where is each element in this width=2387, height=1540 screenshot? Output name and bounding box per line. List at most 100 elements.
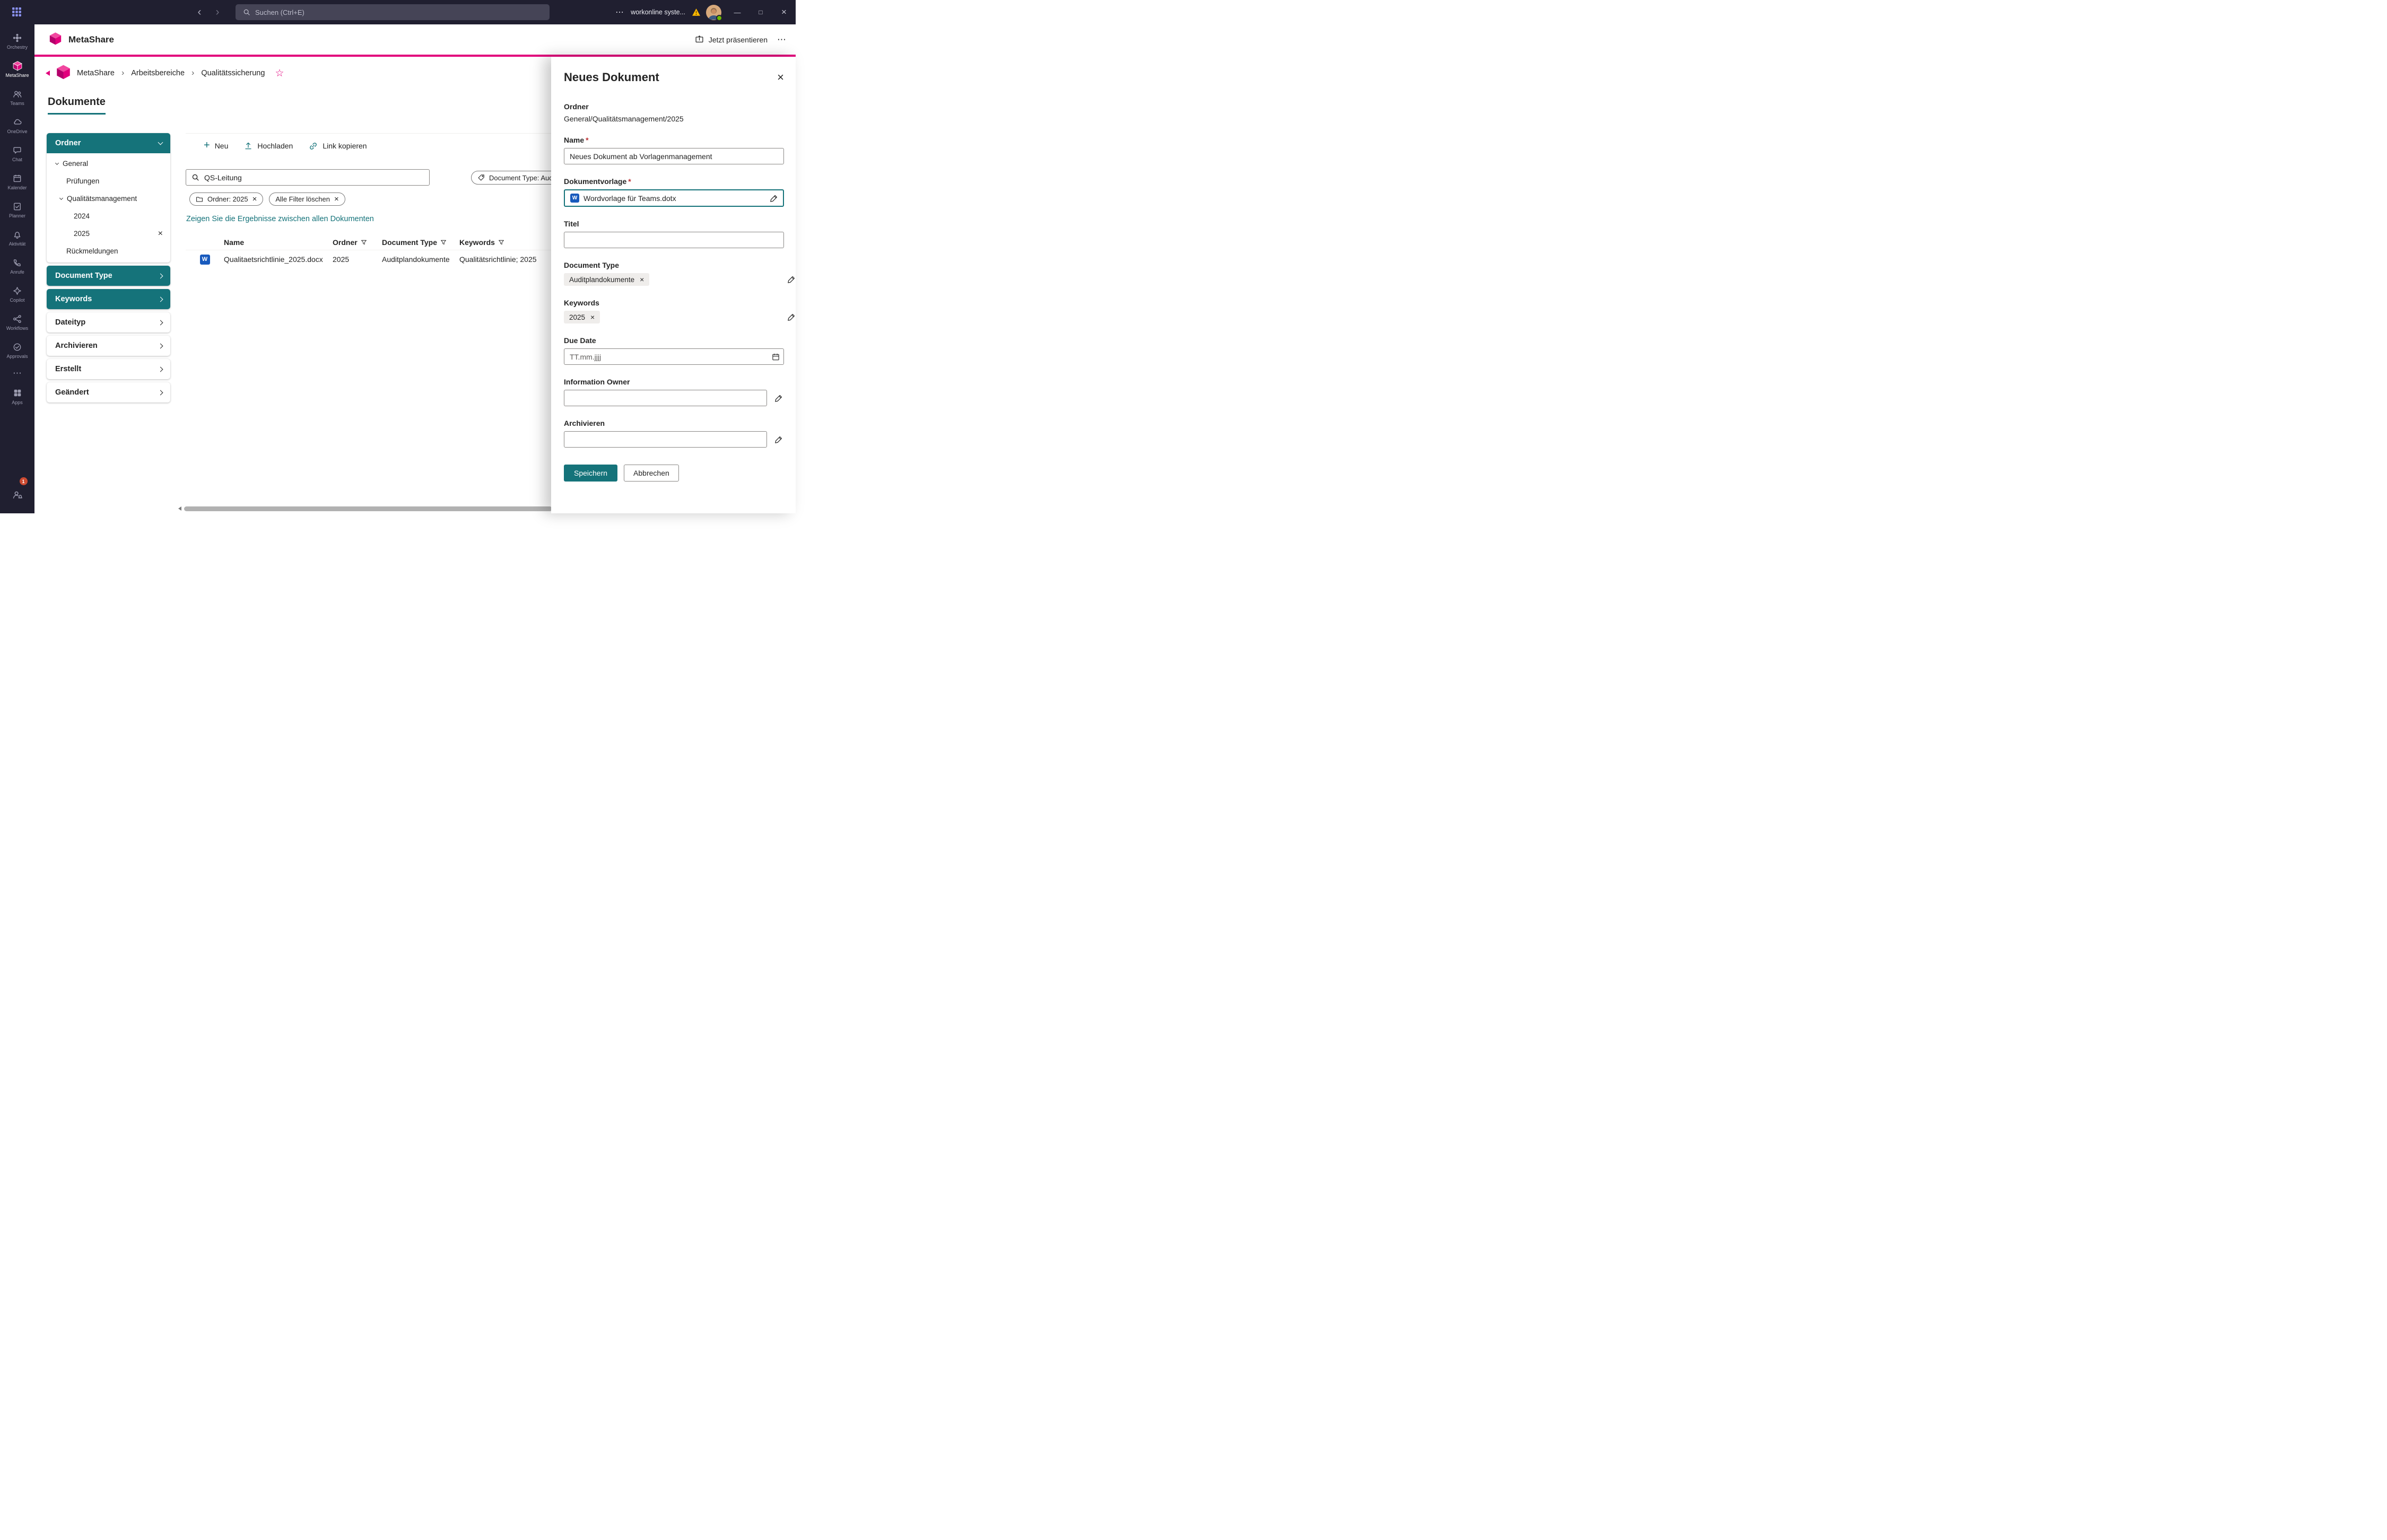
breadcrumb-root[interactable]: MetaShare [77,69,115,77]
minimize-button[interactable]: — [726,0,749,24]
filter-funnel-icon[interactable] [498,239,504,246]
favorite-star-icon[interactable]: ☆ [275,68,284,78]
filter-section-archivieren[interactable]: Archivieren [47,336,170,356]
copy-link-button[interactable]: Link kopieren [309,142,367,151]
filter-funnel-icon[interactable] [361,239,367,246]
tree-item-2025[interactable]: 2025 × [47,225,170,242]
remove-keyword-icon[interactable]: × [590,313,595,321]
panel-title: Neues Dokument [564,71,659,84]
rail-item-teams[interactable]: Teams [0,83,34,111]
rail-item-copilot[interactable]: Copilot [0,280,34,308]
warning-icon[interactable] [692,8,701,16]
upload-button[interactable]: Hochladen [244,142,293,150]
rail-people-button[interactable]: 1 [12,482,23,508]
document-name[interactable]: Qualitaetsrichtlinie_2025.docx [224,255,333,264]
present-button[interactable]: Jetzt präsentieren [695,35,768,44]
apps-icon [13,388,22,398]
horizontal-scrollbar[interactable] [178,505,552,512]
tree-item-pruefungen[interactable]: Prüfungen [47,172,170,190]
filter-section-geaendert[interactable]: Geändert [47,382,170,402]
column-header-name[interactable]: Name [224,238,333,247]
close-button[interactable]: × [772,0,796,24]
filter-funnel-icon[interactable] [440,239,447,246]
clear-all-filters-chip[interactable]: Alle Filter löschen × [269,192,345,206]
show-all-results-link[interactable]: Zeigen Sie die Ergebnisse zwischen allen… [186,215,374,223]
table-header-row: Name Ordner Document Type Keywords [186,234,551,250]
collapse-icon[interactable] [46,71,50,76]
column-header-ordner[interactable]: Ordner [333,238,382,247]
panel-close-icon[interactable]: × [777,72,784,83]
edit-template-icon[interactable] [770,194,778,203]
tree-item-rueckmeldungen[interactable]: Rückmeldungen [47,242,170,260]
rail-item-onedrive[interactable]: OneDrive [0,111,34,139]
remove-document-type-icon[interactable]: × [640,276,644,283]
table-row[interactable]: W Qualitaetsrichtlinie_2025.docx 2025 Au… [186,250,551,268]
archive-label: Archivieren [564,419,784,427]
filter-section-keywords[interactable]: Keywords [47,289,170,309]
document-type-value-chip[interactable]: Auditplandokumente × [564,273,649,286]
rail-item-kalender[interactable]: Kalender [0,168,34,196]
rail-item-metashare[interactable]: MetaShare [0,55,34,83]
document-type-label: Document Type [564,261,784,269]
column-header-keywords[interactable]: Keywords [459,238,551,247]
calendar-icon[interactable] [772,353,780,361]
tree-item-general[interactable]: General [47,155,170,172]
clear-all-filters-icon[interactable]: × [334,195,339,203]
scroll-left-arrow[interactable] [178,506,181,511]
document-search-field[interactable] [186,169,430,186]
rail-item-aktivitaet[interactable]: Aktivität [0,224,34,252]
tree-item-2024[interactable]: 2024 [47,207,170,225]
tree-item-qualitaetsmanagement[interactable]: Qualitätsmanagement [47,190,170,207]
due-date-input[interactable] [564,348,784,365]
chevron-right-icon [158,320,163,325]
titel-input[interactable] [564,232,784,248]
remove-ordner-filter-icon[interactable]: × [252,195,257,203]
metashare-icon [12,60,23,71]
account-label[interactable]: workonline syste... [631,8,685,16]
rail-item-chat[interactable]: Chat [0,139,34,168]
maximize-button[interactable]: □ [749,0,772,24]
edit-document-type-icon[interactable] [787,275,796,284]
clear-folder-filter-icon[interactable]: × [158,230,163,238]
required-marker: * [628,177,631,186]
search-bar[interactable]: Suchen (Ctrl+E) [236,4,550,20]
breadcrumb-separator: › [121,68,124,78]
rail-item-planner[interactable]: Planner [0,196,34,224]
new-button[interactable]: + Neu [204,141,228,151]
back-button[interactable]: ‹ [192,0,207,24]
breadcrumb-workspaces[interactable]: Arbeitsbereiche [131,69,185,77]
scrollbar-thumb[interactable] [184,506,552,511]
rail-more-button[interactable]: ⋯ [13,364,22,382]
forward-button[interactable]: › [210,0,225,24]
rail-item-approvals[interactable]: Approvals [0,336,34,364]
information-owner-input[interactable] [564,390,767,406]
template-field[interactable]: W Wordvorlage für Teams.dotx [564,189,784,207]
cancel-button[interactable]: Abbrechen [624,465,679,482]
edit-information-owner-icon[interactable] [774,394,783,402]
name-input[interactable] [564,148,784,164]
column-header-document-type[interactable]: Document Type [382,238,459,247]
rail-item-workflows[interactable]: Workflows [0,308,34,336]
titlebar-more-icon[interactable]: ⋯ [612,7,628,18]
filter-section-erstellt[interactable]: Erstellt [47,359,170,379]
edit-keywords-icon[interactable] [787,313,796,321]
document-ordner: 2025 [333,255,382,264]
ordner-filter-chip[interactable]: Ordner: 2025 × [189,192,263,206]
app-more-icon[interactable]: ⋯ [777,34,786,45]
calendar-icon [13,173,22,183]
keywords-value-chip[interactable]: 2025 × [564,311,600,323]
rail-item-apps[interactable]: Apps [0,382,34,410]
avatar[interactable] [706,5,721,20]
rail-item-orchestry[interactable]: Orchestry [0,27,34,55]
document-search-input[interactable] [204,173,429,182]
save-button[interactable]: Speichern [564,465,617,482]
filter-section-dateityp[interactable]: Dateityp [47,312,170,332]
edit-archive-icon[interactable] [774,435,783,444]
app-launcher-icon[interactable] [12,7,22,20]
tag-icon [477,174,485,181]
archive-input[interactable] [564,431,767,448]
filter-section-document-type[interactable]: Document Type [47,266,170,286]
breadcrumb-current[interactable]: Qualitätssicherung [201,69,265,77]
filter-section-ordner[interactable]: Ordner [47,133,170,153]
rail-item-anrufe[interactable]: Anrufe [0,252,34,280]
